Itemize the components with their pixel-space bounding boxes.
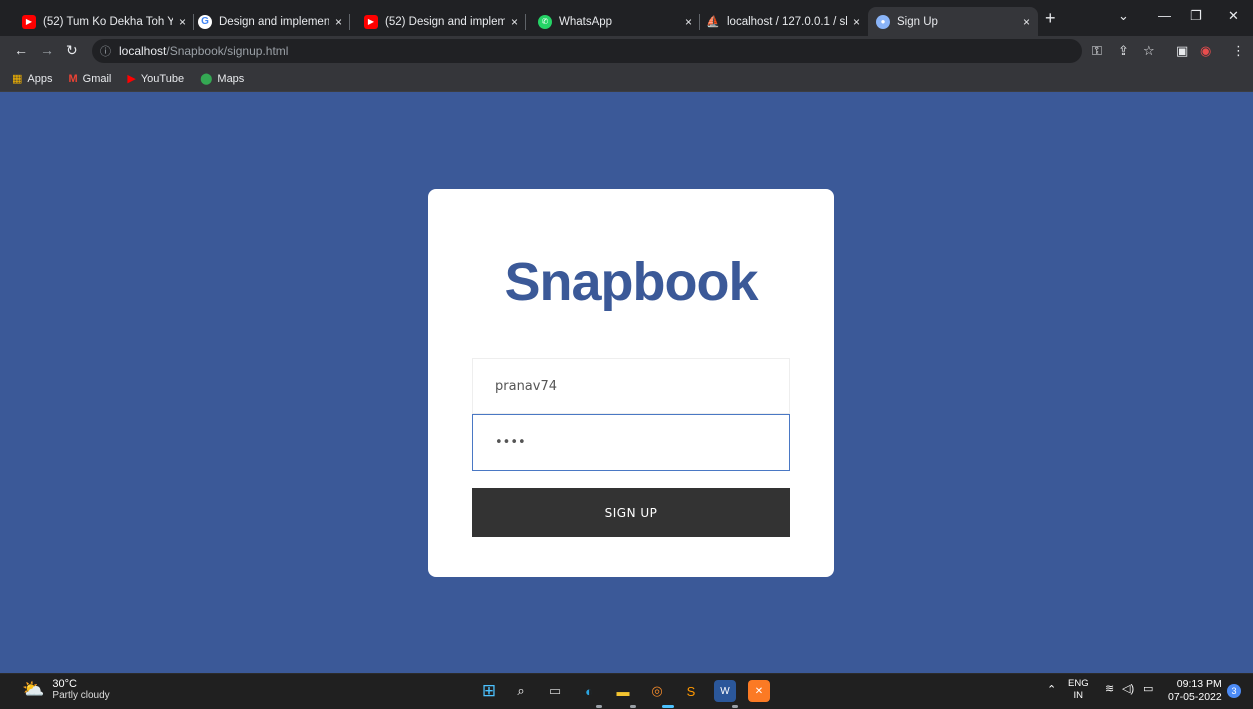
language-indicator[interactable]: ENG IN bbox=[1068, 678, 1089, 702]
address-host: localhost bbox=[119, 44, 167, 58]
close-tab-icon[interactable]: × bbox=[853, 15, 860, 29]
tab-title: Sign Up bbox=[897, 15, 938, 28]
tab-title: (52) Tum Ko Dekha Toh Ye H bbox=[43, 15, 173, 28]
apps-grid-icon: ▦ bbox=[12, 73, 23, 85]
sublime-text-icon[interactable]: S bbox=[680, 680, 702, 702]
username-input[interactable] bbox=[472, 358, 790, 414]
tab-title: (52) Design and implement bbox=[385, 15, 505, 28]
bookmark-label: Maps bbox=[217, 72, 245, 85]
signup-card: Snapbook SIGN UP bbox=[428, 189, 834, 577]
bookmark-maps[interactable]: ⬤ Maps bbox=[200, 72, 245, 86]
address-bar[interactable]: ⓘ localhost /Snapbook/signup.html bbox=[92, 39, 1082, 63]
browser-tab[interactable]: ⛵ localhost / 127.0.0.1 / sb / u × bbox=[698, 7, 868, 36]
youtube-icon: ▶ bbox=[364, 14, 378, 29]
browser-tab-active[interactable]: ● Sign Up × bbox=[868, 7, 1038, 36]
profile-avatar-icon[interactable]: ◉ bbox=[1200, 43, 1211, 59]
bookmark-apps[interactable]: ▦ Apps bbox=[12, 72, 53, 86]
lang-top: ENG bbox=[1068, 678, 1089, 689]
address-path: /Snapbook/signup.html bbox=[166, 44, 289, 58]
edge-browser-icon[interactable]: ◐ bbox=[578, 680, 600, 702]
signup-button[interactable]: SIGN UP bbox=[472, 488, 790, 537]
menu-kebab-icon[interactable]: ⋮ bbox=[1232, 43, 1245, 59]
bookmark-youtube[interactable]: ▶ YouTube bbox=[127, 72, 185, 86]
chrome-browser-icon[interactable]: ◎ bbox=[646, 680, 668, 702]
bookmark-star-icon[interactable]: ☆ bbox=[1143, 43, 1155, 59]
password-input[interactable] bbox=[472, 414, 790, 471]
user-icon: ● bbox=[876, 14, 890, 29]
volume-icon[interactable]: ◁) bbox=[1122, 682, 1134, 695]
xampp-icon[interactable]: ✕ bbox=[748, 680, 770, 702]
tab-title: localhost / 127.0.0.1 / sb / u bbox=[727, 15, 847, 28]
site-info-icon[interactable]: ⓘ bbox=[100, 43, 111, 59]
close-tab-icon[interactable]: × bbox=[511, 15, 518, 29]
file-explorer-icon[interactable]: ▬ bbox=[612, 680, 634, 702]
lang-bottom: IN bbox=[1073, 690, 1084, 701]
new-tab-button[interactable]: + bbox=[1045, 8, 1056, 29]
youtube-icon: ▶ bbox=[22, 14, 36, 29]
word-icon[interactable]: W bbox=[714, 680, 736, 702]
minimize-icon[interactable]: — bbox=[1158, 8, 1171, 23]
brand-logo: Snapbook bbox=[504, 252, 758, 312]
battery-icon[interactable]: ▭ bbox=[1143, 682, 1153, 695]
running-indicator bbox=[630, 705, 636, 708]
browser-tab[interactable]: ✆ WhatsApp × bbox=[530, 7, 700, 36]
task-view-icon[interactable]: ▭ bbox=[544, 680, 566, 702]
tab-title: WhatsApp bbox=[559, 15, 613, 28]
browser-tab[interactable]: ▶ (52) Tum Ko Dekha Toh Ye H × bbox=[14, 7, 194, 36]
forward-arrow-icon[interactable]: → bbox=[40, 42, 54, 58]
weather-temp: 30°C bbox=[52, 678, 77, 690]
weather-widget[interactable]: ⛅ 30°C Partly cloudy bbox=[22, 678, 110, 701]
active-indicator bbox=[662, 705, 674, 708]
reload-icon[interactable]: ↻ bbox=[66, 42, 78, 59]
close-tab-icon[interactable]: × bbox=[179, 15, 186, 29]
phpmyadmin-icon: ⛵ bbox=[706, 16, 720, 28]
share-icon[interactable]: ⇪ bbox=[1118, 43, 1129, 59]
browser-tab[interactable]: ▶ (52) Design and implement × bbox=[356, 7, 526, 36]
key-icon[interactable]: ⚿ bbox=[1092, 43, 1102, 59]
tab-separator bbox=[525, 14, 526, 30]
search-icon[interactable]: ⌕ bbox=[510, 680, 532, 702]
windows-start-icon[interactable]: ⊞ bbox=[478, 680, 500, 702]
chevron-up-icon[interactable]: ⌃ bbox=[1047, 683, 1056, 696]
clock-time: 09:13 PM bbox=[1176, 678, 1222, 690]
clock-date: 07-05-2022 bbox=[1168, 691, 1222, 703]
close-tab-icon[interactable]: × bbox=[335, 15, 342, 29]
wifi-icon[interactable]: ≋ bbox=[1105, 682, 1114, 695]
bookmark-label: Apps bbox=[27, 72, 53, 85]
bookmark-label: Gmail bbox=[82, 72, 112, 85]
clock[interactable]: 09:13 PM 07-05-2022 bbox=[1168, 678, 1222, 704]
browser-tab[interactable]: G Design and implement the × bbox=[190, 7, 350, 36]
bookmark-label: YouTube bbox=[140, 72, 185, 85]
page-background: Snapbook SIGN UP bbox=[0, 92, 1253, 673]
notification-badge[interactable]: 3 bbox=[1227, 684, 1241, 698]
close-tab-icon[interactable]: × bbox=[1023, 15, 1030, 29]
weather-desc: Partly cloudy bbox=[52, 690, 110, 701]
back-arrow-icon[interactable]: ← bbox=[14, 42, 28, 58]
browser-tab-strip: ▶ (52) Tum Ko Dekha Toh Ye H × G Design … bbox=[0, 0, 1253, 36]
side-panel-icon[interactable]: ▣ bbox=[1176, 43, 1188, 59]
youtube-icon: ▶ bbox=[127, 73, 136, 85]
whatsapp-icon: ✆ bbox=[538, 14, 552, 29]
tab-separator bbox=[349, 14, 350, 30]
close-window-icon[interactable]: ✕ bbox=[1228, 8, 1239, 24]
bookmark-gmail[interactable]: M Gmail bbox=[68, 73, 111, 85]
maximize-icon[interactable]: ❐ bbox=[1190, 8, 1202, 24]
running-indicator bbox=[596, 705, 602, 708]
bookmarks-bar: ▦ Apps M Gmail ▶ YouTube ⬤ Maps bbox=[0, 66, 1253, 92]
windows-taskbar: ⛅ 30°C Partly cloudy ⊞ ⌕ ▭ ◐ ▬ ◎ S W ✕ ⌃… bbox=[0, 673, 1253, 709]
tab-title: Design and implement the bbox=[219, 15, 329, 28]
partly-cloudy-icon: ⛅ bbox=[22, 679, 45, 699]
gmail-icon: M bbox=[68, 72, 78, 85]
close-tab-icon[interactable]: × bbox=[685, 15, 692, 29]
maps-pin-icon: ⬤ bbox=[200, 73, 213, 85]
google-icon: G bbox=[198, 14, 212, 29]
tab-search-icon[interactable]: ⌄ bbox=[1118, 8, 1129, 24]
browser-toolbar: ← → ↻ ⓘ localhost /Snapbook/signup.html … bbox=[0, 36, 1253, 66]
running-indicator bbox=[732, 705, 738, 708]
